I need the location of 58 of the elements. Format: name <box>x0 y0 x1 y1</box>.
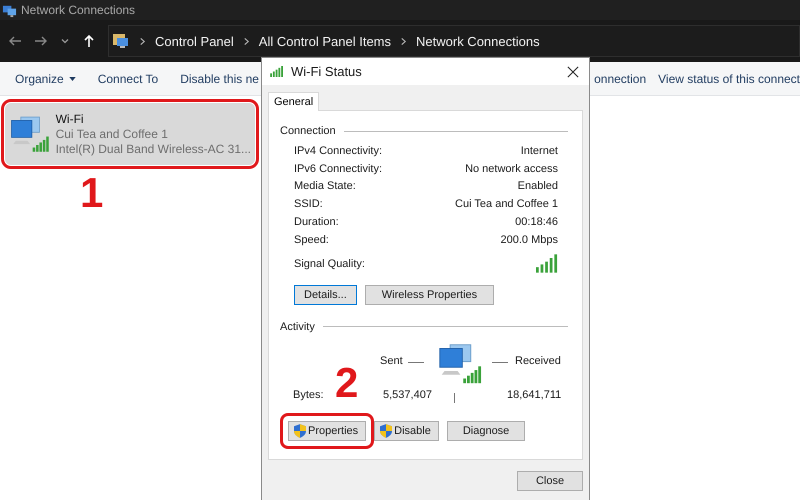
field-value: Internet <box>520 144 558 157</box>
signal-strength-icon <box>536 254 558 274</box>
dialog-title: Wi-Fi Status <box>291 64 363 79</box>
chevron-down-icon[interactable] <box>60 36 70 46</box>
close-icon[interactable] <box>567 66 579 78</box>
field-label: IPv6 Connectivity: <box>294 162 382 175</box>
toolbar-button[interactable]: onnection <box>594 72 646 86</box>
network-name: Cui Tea and Coffee 1 <box>56 127 169 141</box>
breadcrumb[interactable]: All Control Panel Items <box>258 34 392 48</box>
toolbar-button[interactable]: Disable this ne <box>180 72 259 86</box>
field-label: Signal Quality: <box>294 258 365 270</box>
connection-item[interactable]: Wi-Fi Cui Tea and Coffee 1 Intel(R) Dual Band Wireless-AC 31... <box>5 103 255 165</box>
chevron-right-icon <box>400 36 408 46</box>
field-label: Speed: <box>294 234 329 246</box>
field-value: No network access <box>465 162 558 175</box>
breadcrumb[interactable]: Control Panel <box>155 34 234 48</box>
dialog-button[interactable]: Wireless Properties <box>364 284 494 305</box>
breadcrumb[interactable]: Network Connections <box>416 34 540 48</box>
dialog-button[interactable]: Details... <box>294 284 357 305</box>
toolbar-menu-button[interactable]: Organize <box>15 72 76 86</box>
field-value: 200.0 Mbps <box>500 234 558 246</box>
shield-icon <box>294 424 306 438</box>
sent-label: Sent <box>380 354 403 367</box>
bytes-sent: 5,537,407 <box>383 388 432 401</box>
step-number: 1 <box>80 172 104 214</box>
field-label: SSID: <box>294 198 323 210</box>
window-title: Network Connections <box>21 3 136 17</box>
forward-icon[interactable] <box>34 34 48 48</box>
chevron-right-icon <box>139 36 146 46</box>
up-arrow-icon[interactable] <box>82 34 96 48</box>
step-number: 2 <box>335 362 358 404</box>
field-value: 00:18:46 <box>515 216 558 228</box>
control-panel-icon <box>112 32 130 50</box>
back-icon[interactable] <box>8 34 22 48</box>
tab[interactable]: General <box>268 92 320 111</box>
field-value: Cui Tea and Coffee 1 <box>455 198 558 210</box>
chevron-right-icon <box>242 36 250 46</box>
dialog-button[interactable]: Properties <box>288 420 366 441</box>
field-value: Enabled <box>518 180 558 192</box>
toolbar-button[interactable]: Connect To <box>98 72 158 86</box>
signal-icon <box>270 66 285 77</box>
adapter-name: Intel(R) Dual Band Wireless-AC 31... <box>56 142 251 156</box>
connection-name: Wi-Fi <box>56 112 85 126</box>
group-heading: Connection <box>280 125 336 137</box>
received-label: Received <box>515 354 561 367</box>
toolbar-button[interactable]: View status of this connect <box>658 72 800 86</box>
field-label: Media State: <box>294 180 356 192</box>
bytes-received: 18,641,711 <box>507 388 562 401</box>
bytes-label: Bytes: <box>293 388 324 401</box>
shield-icon <box>380 424 392 438</box>
close-button[interactable]: Close <box>517 471 583 491</box>
caret-icon <box>68 76 76 80</box>
address-bar[interactable]: Control Panel All Control Panel Items Network Connections <box>108 25 800 57</box>
group-heading: Activity <box>280 320 315 333</box>
field-label: IPv4 Connectivity: <box>294 144 382 157</box>
dialog-button[interactable]: Disable <box>374 420 439 441</box>
dialog-button[interactable]: Diagnose <box>446 420 526 441</box>
field-label: Duration: <box>294 216 339 228</box>
